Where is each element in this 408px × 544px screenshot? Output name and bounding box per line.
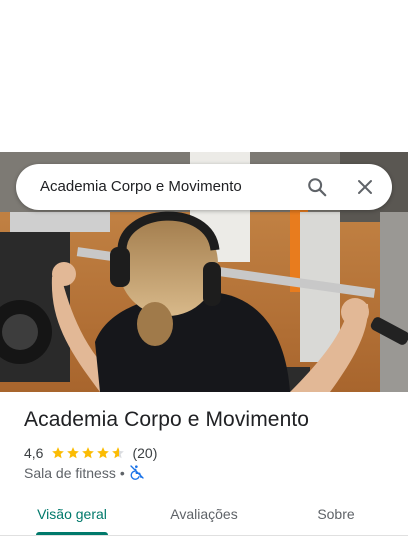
- place-category: Sala de fitness: [24, 465, 116, 481]
- tab-reviews[interactable]: Avaliações: [160, 496, 248, 536]
- place-title: Academia Corpo e Movimento: [24, 408, 310, 431]
- star-icon: [112, 447, 125, 459]
- tab-about[interactable]: Sobre: [306, 496, 366, 536]
- category-row: Sala de fitness •: [24, 464, 145, 482]
- review-count[interactable]: (20): [132, 445, 157, 461]
- tab-bar: Visão geral Avaliações Sobre: [0, 496, 408, 536]
- close-icon[interactable]: [350, 172, 380, 202]
- star-icon: [82, 447, 95, 459]
- separator-dot: •: [119, 465, 125, 481]
- search-icon[interactable]: [302, 172, 332, 202]
- wheelchair-not-accessible-icon: [129, 464, 145, 483]
- star-icon: [52, 447, 65, 459]
- tab-overview[interactable]: Visão geral: [36, 496, 108, 536]
- search-input[interactable]: Academia Corpo e Movimento: [40, 164, 242, 210]
- rating-value: 4,6: [24, 445, 44, 461]
- search-bar[interactable]: Academia Corpo e Movimento: [16, 164, 392, 210]
- star-icon: [67, 447, 80, 459]
- star-rating: [51, 446, 126, 460]
- rating-row[interactable]: 4,6 (20): [24, 444, 157, 462]
- tabs-divider: [0, 535, 408, 536]
- star-icon: [97, 447, 110, 459]
